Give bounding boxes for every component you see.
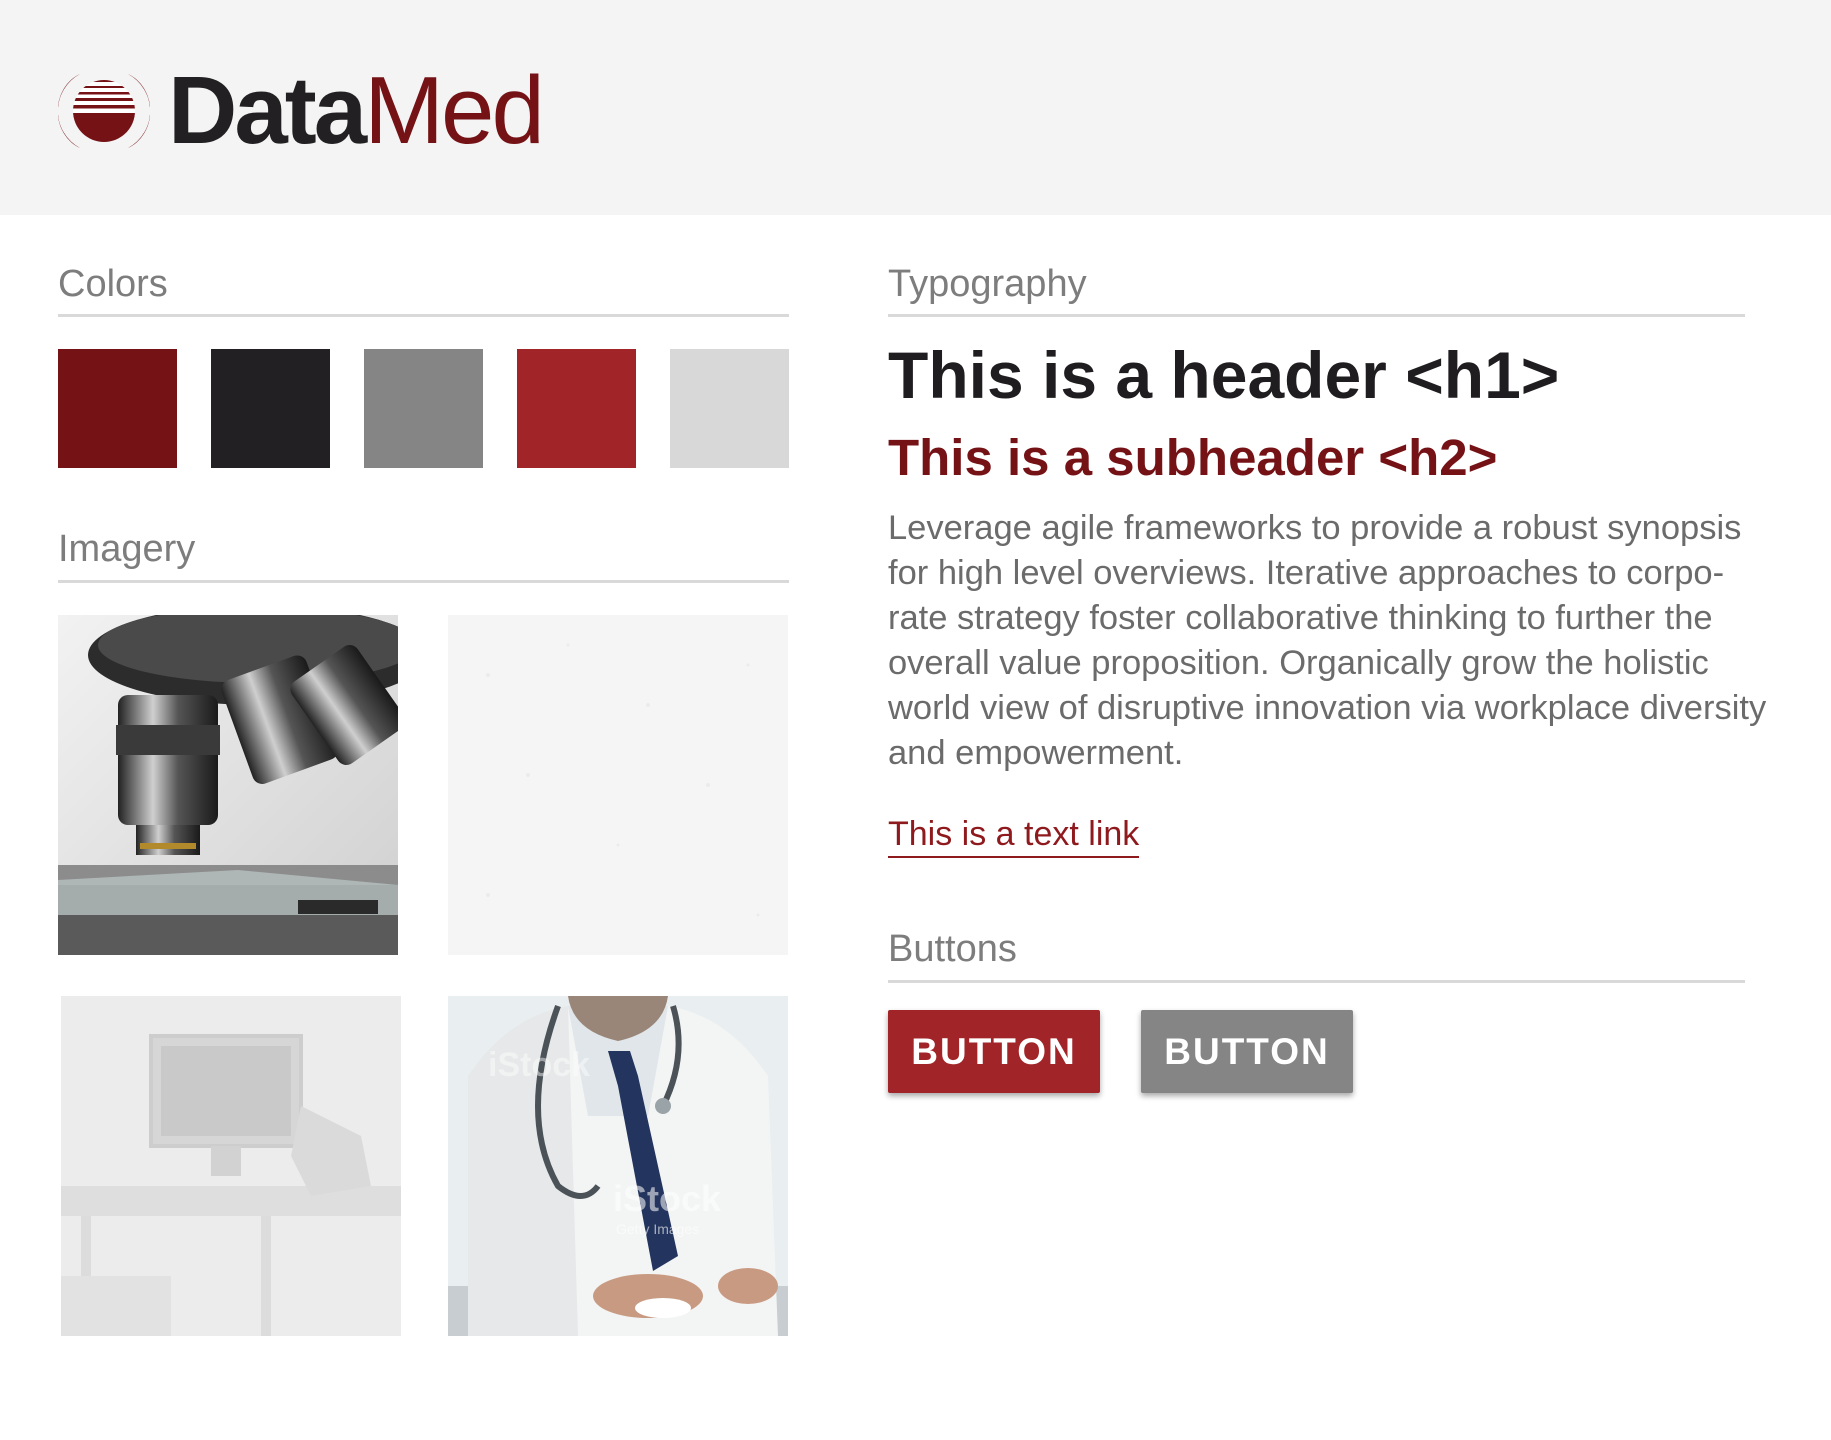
sample-body-text: Leverage agile frameworks to provide a r… (888, 509, 1767, 772)
sample-subheader-h2: This is a subheader <h2> (888, 429, 1498, 486)
color-swatch-black (211, 349, 330, 468)
microscope-image (58, 615, 398, 955)
brand-header: DataMed (0, 0, 1831, 215)
typography-section-title: Typography (888, 263, 1087, 305)
color-swatch-light-gray (670, 349, 789, 468)
buttons-divider (888, 980, 1745, 983)
paper-texture-image (448, 615, 788, 955)
logo-mark-icon (58, 74, 150, 148)
brand-name-data: Data (168, 57, 367, 164)
buttons-section-title: Buttons (888, 928, 1017, 970)
lab-background-image (61, 996, 401, 1336)
doctor-image: iStock iStock Getty Images (448, 996, 788, 1336)
brand-wordmark: DataMed (168, 63, 545, 159)
colors-divider (58, 314, 789, 317)
sample-header-h1: This is a header <h1> (888, 338, 1560, 412)
colors-section-title: Colors (58, 263, 168, 305)
watermark-subtext: Getty Images (616, 1221, 699, 1237)
watermark-text: iStock (488, 1046, 590, 1084)
watermark-text-2: iStock (613, 1178, 722, 1219)
color-swatch-gray (364, 349, 483, 468)
sample-text-link[interactable]: This is a text link (888, 812, 1140, 858)
secondary-button[interactable]: BUTTON (1141, 1010, 1353, 1093)
primary-button[interactable]: BUTTON (888, 1010, 1100, 1093)
brand-name-med: Med (364, 57, 545, 164)
logo: DataMed (58, 63, 545, 159)
imagery-divider (58, 580, 789, 583)
imagery-section-title: Imagery (58, 528, 196, 570)
color-swatch-dark-red (58, 349, 177, 468)
color-swatch-red (517, 349, 636, 468)
typography-divider (888, 314, 1745, 317)
